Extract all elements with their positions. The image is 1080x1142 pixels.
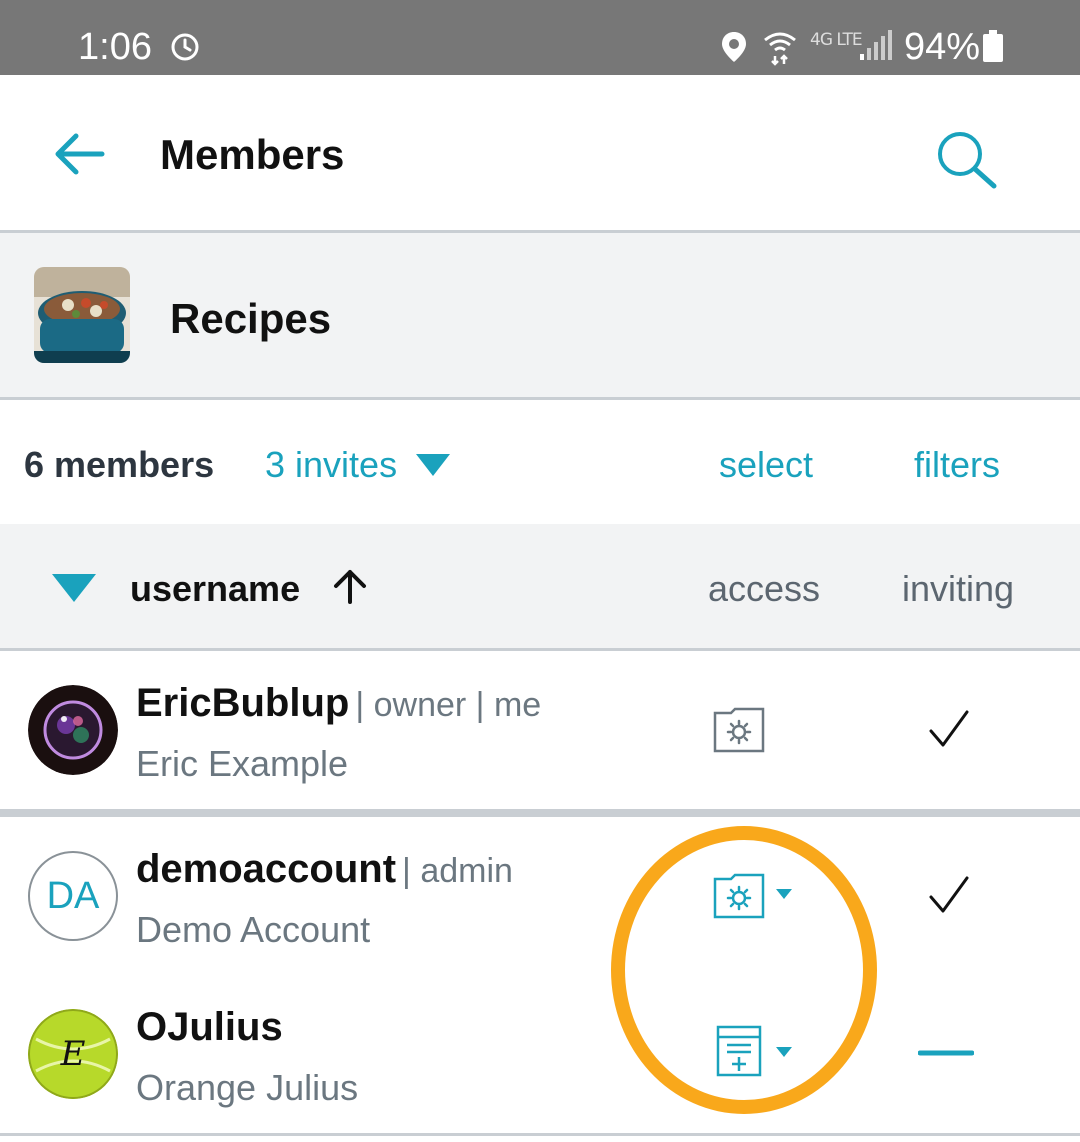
folder-settings-icon[interactable]	[713, 871, 765, 919]
location-icon	[722, 32, 746, 62]
member-row[interactable]: EricBublup | owner | me Eric Example	[0, 651, 1080, 817]
search-icon[interactable]	[934, 130, 1000, 190]
status-time: 1:06	[78, 26, 152, 68]
inviting-column-header[interactable]: inviting	[902, 568, 1014, 610]
group-thumbnail	[34, 267, 130, 363]
chevron-down-icon[interactable]	[776, 1047, 792, 1057]
access-column-header[interactable]: access	[708, 568, 820, 610]
member-username: demoaccount | admin	[136, 847, 513, 891]
member-row[interactable]: E OJulius Orange Julius	[0, 975, 1080, 1136]
group-name: Recipes	[170, 295, 332, 342]
wifi-icon	[764, 32, 796, 66]
battery-icon	[983, 30, 1003, 62]
avatar-initials: DA	[46, 875, 100, 917]
member-username: OJulius	[136, 1005, 283, 1049]
select-button[interactable]: select	[719, 444, 813, 486]
member-full-name: Eric Example	[136, 743, 349, 784]
member-username: EricBublup | owner | me	[136, 681, 542, 725]
no-invite-dash-icon	[918, 1050, 974, 1056]
back-arrow-icon[interactable]	[52, 130, 106, 178]
chevron-down-icon[interactable]	[416, 454, 450, 476]
member-full-name: Orange Julius	[136, 1067, 359, 1108]
avatar: E	[28, 1009, 118, 1099]
avatar	[28, 685, 118, 775]
member-row[interactable]: DA demoaccount | admin Demo Account	[0, 817, 1080, 978]
filters-button[interactable]: filters	[914, 444, 1000, 486]
avatar-letter: E	[60, 1034, 86, 1074]
column-header: username access inviting	[0, 524, 1080, 651]
member-full-name: Demo Account	[136, 909, 371, 950]
check-icon	[929, 876, 969, 913]
alarm-clock-icon	[171, 33, 199, 61]
member-role: | owner | me	[355, 686, 542, 724]
status-bar: 1:06 4G LTE 94%	[0, 0, 1080, 75]
group-header[interactable]: Recipes	[0, 233, 1080, 400]
username-column-header[interactable]: username	[130, 568, 300, 610]
sort-ascending-icon[interactable]	[332, 568, 368, 604]
app-bar: Members	[0, 75, 1080, 233]
invites-link[interactable]: 3 invites	[265, 444, 397, 486]
check-icon	[929, 710, 969, 747]
chevron-down-icon[interactable]	[776, 889, 792, 899]
network-type: 4G LTE	[810, 30, 863, 50]
page-title: Members	[160, 131, 345, 178]
member-role: | admin	[402, 852, 513, 890]
collapse-triangle-icon[interactable]	[52, 574, 96, 602]
battery-level: 94%	[904, 26, 981, 68]
avatar: DA	[28, 851, 118, 941]
summary-bar: 6 members 3 invites select filters	[0, 400, 1080, 524]
signal-icon	[860, 30, 892, 60]
folder-settings-icon	[713, 707, 765, 753]
add-document-icon[interactable]	[713, 1025, 765, 1077]
members-count: 6 members	[24, 444, 215, 485]
